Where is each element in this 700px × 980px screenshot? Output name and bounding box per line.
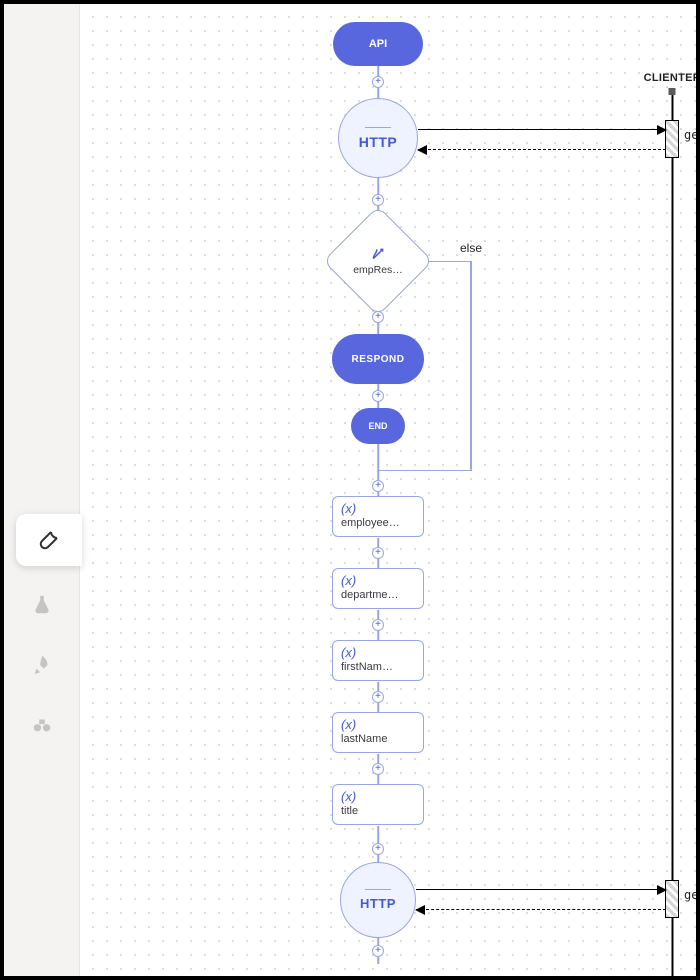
node-label: firstNam… — [341, 661, 415, 673]
node-label: HTTP — [360, 896, 396, 911]
flask-icon[interactable] — [31, 594, 53, 616]
add-node-button[interactable]: + — [372, 691, 384, 703]
sidebar-icon-list — [4, 594, 80, 736]
node-label: API — [369, 38, 387, 50]
node-decoration — [365, 127, 391, 128]
variable-node[interactable]: (x) title — [332, 784, 424, 825]
add-node-button[interactable]: + — [372, 311, 384, 323]
add-node-button[interactable]: + — [372, 843, 384, 855]
add-node-button[interactable]: + — [372, 76, 384, 88]
variable-node[interactable]: (x) departme… — [332, 568, 424, 609]
else-label: else — [460, 241, 482, 255]
variable-node[interactable]: (x) firstNam… — [332, 640, 424, 681]
start-node-api[interactable]: API — [333, 22, 423, 66]
add-node-button[interactable]: + — [372, 547, 384, 559]
sidebar-active-tab[interactable] — [16, 514, 82, 566]
node-label: employee… — [341, 517, 415, 529]
add-node-button[interactable]: + — [372, 945, 384, 957]
node-label: title — [341, 805, 415, 817]
message-return-arrow — [418, 149, 666, 150]
node-decoration — [365, 889, 391, 890]
variable-icon: (x) — [341, 646, 415, 659]
else-connector — [378, 470, 472, 471]
add-node-button[interactable]: + — [372, 194, 384, 206]
http-node[interactable]: HTTP — [338, 98, 418, 178]
variable-icon: (x) — [341, 574, 415, 587]
activation-bar — [665, 120, 679, 158]
activation-bar — [665, 880, 679, 918]
message-arrow — [416, 889, 666, 890]
lifeline-line — [672, 88, 674, 976]
add-node-button[interactable]: + — [372, 480, 384, 492]
node-label: HTTP — [359, 134, 398, 150]
lifeline-clientep[interactable]: CLIENTEP — [640, 54, 700, 976]
app-frame: CLIENTEP get get else + + + — [0, 0, 700, 980]
node-label: departme… — [341, 589, 415, 601]
binoculars-icon[interactable] — [31, 714, 53, 736]
respond-node[interactable]: RESPOND — [332, 334, 424, 384]
add-node-button[interactable]: + — [372, 763, 384, 775]
variable-icon: (x) — [341, 718, 415, 731]
variable-icon: (x) — [341, 502, 415, 515]
flow-column: + + + + + + + + + + + API — [148, 4, 608, 82]
lifeline-label: CLIENTEP — [640, 72, 700, 84]
message-arrow — [418, 129, 666, 130]
arrange-icon — [37, 528, 61, 552]
variable-icon: (x) — [341, 790, 415, 803]
variable-node[interactable]: (x) lastName — [332, 712, 424, 753]
sidebar — [4, 4, 80, 976]
add-node-button[interactable]: + — [372, 390, 384, 402]
message-label: get — [684, 888, 700, 902]
rocket-icon[interactable] — [31, 654, 53, 676]
diagram-canvas[interactable]: CLIENTEP get get else + + + — [80, 4, 696, 976]
node-label: END — [368, 421, 387, 431]
node-label: RESPOND — [352, 354, 405, 365]
add-node-button[interactable]: + — [372, 619, 384, 631]
http-node[interactable]: HTTP — [340, 862, 416, 938]
end-node[interactable]: END — [351, 408, 405, 444]
message-label: get — [684, 128, 700, 142]
decision-node[interactable]: empRes… — [339, 222, 417, 300]
branch-icon — [371, 247, 385, 261]
message-return-arrow — [416, 909, 666, 910]
else-connector — [470, 261, 472, 470]
node-label: lastName — [341, 733, 415, 745]
variable-node[interactable]: (x) employee… — [332, 496, 424, 537]
node-label: empRes… — [353, 264, 403, 276]
